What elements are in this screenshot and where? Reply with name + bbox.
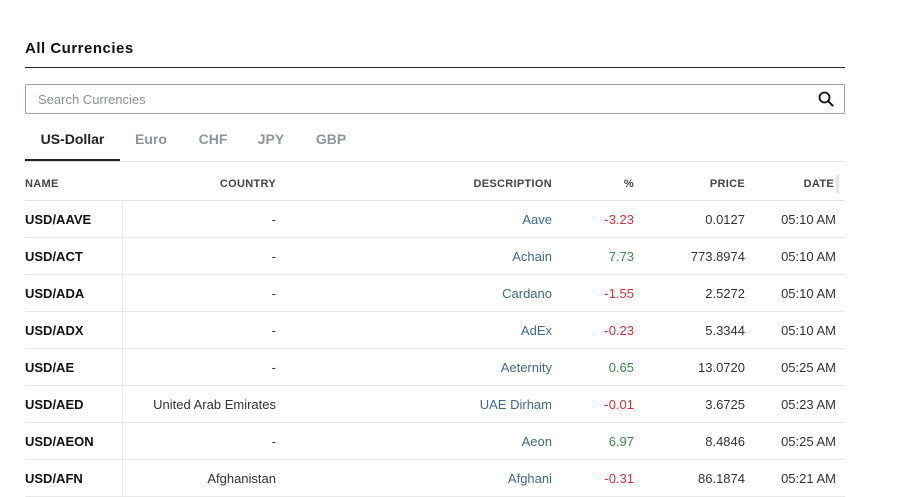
header-price[interactable]: PRICE [634,168,745,201]
country-cell: - [121,348,276,386]
title-divider [25,67,845,68]
header-date[interactable]: DATE [804,178,834,190]
price-cell: 5.3344 [634,311,745,349]
search-input[interactable] [26,85,798,113]
percent-change: 0.65 [552,348,634,386]
price-cell: 773.8974 [634,237,745,275]
date-cell: 05:10 AM [745,274,845,312]
percent-change: -3.23 [552,200,634,238]
description-link[interactable]: AdEx [276,311,552,349]
tab-us-dollar[interactable]: US-Dollar [25,122,120,161]
table-row[interactable]: USD/ACT - Achain 7.73 773.8974 05:10 AM [25,237,845,275]
table-row[interactable]: USD/AE - Aeternity 0.65 13.0720 05:25 AM [25,348,845,386]
tab-euro[interactable]: Euro [129,122,173,159]
date-cell: 05:10 AM [745,311,845,349]
header-date-cell[interactable]: DATE [745,168,845,201]
description-link[interactable]: Aave [276,200,552,238]
country-cell: - [121,311,276,349]
currencies-table: NAME COUNTRY DESCRIPTION % PRICE DATE US… [25,168,845,497]
country-cell: - [121,422,276,460]
country-cell: - [121,200,276,238]
percent-change: -0.31 [552,459,634,497]
date-cell: 05:21 AM [745,459,845,497]
tab-gbp[interactable]: GBP [309,122,353,159]
page-title: All Currencies [25,40,134,57]
percent-change: -0.23 [552,311,634,349]
price-cell: 3.6725 [634,385,745,423]
currency-pair-link[interactable]: USD/AE [25,348,122,386]
search-icon[interactable] [818,91,834,107]
date-cell: 05:10 AM [745,237,845,275]
currency-pair-link[interactable]: USD/AED [25,385,122,423]
currency-pair-link[interactable]: USD/AEON [25,422,122,460]
currency-tabs: US-Dollar Euro CHF JPY GBP [25,122,845,162]
date-cell: 05:25 AM [745,348,845,386]
description-link[interactable]: Aeternity [276,348,552,386]
currency-pair-link[interactable]: USD/ACT [25,237,122,275]
price-cell: 8.4846 [634,422,745,460]
currency-pair-link[interactable]: USD/ADX [25,311,122,349]
table-row[interactable]: USD/ADX - AdEx -0.23 5.3344 05:10 AM [25,311,845,349]
date-cell: 05:10 AM [745,200,845,238]
country-cell: Afghanistan [121,459,276,497]
table-row[interactable]: USD/AED United Arab Emirates UAE Dirham -0.… [25,385,845,423]
header-country[interactable]: COUNTRY [122,168,276,201]
price-cell: 2.5272 [634,274,745,312]
price-cell: 0.0127 [634,200,745,238]
date-cell: 05:23 AM [745,385,845,423]
price-cell: 86.1874 [634,459,745,497]
header-name[interactable]: NAME [25,168,122,201]
tab-chf[interactable]: CHF [193,122,233,159]
price-cell: 13.0720 [634,348,745,386]
table-row[interactable]: USD/AAVE - Aave -3.23 0.0127 05:10 AM [25,200,845,238]
currency-pair-link[interactable]: USD/AFN [25,459,122,497]
table-row[interactable]: USD/ADA - Cardano -1.55 2.5272 05:10 AM [25,274,845,312]
description-link[interactable]: Afghani [276,459,552,497]
date-cell: 05:25 AM [745,422,845,460]
column-resize-handle[interactable] [836,175,839,193]
header-description[interactable]: DESCRIPTION [276,168,552,201]
country-cell: - [121,237,276,275]
table-row[interactable]: USD/AEON - Aeon 6.97 8.4846 05:25 AM [25,422,845,460]
currency-pair-link[interactable]: USD/AAVE [25,200,122,238]
percent-change: 7.73 [552,237,634,275]
table-header-row: NAME COUNTRY DESCRIPTION % PRICE DATE [25,168,845,201]
description-link[interactable]: Aeon [276,422,552,460]
currency-pair-link[interactable]: USD/ADA [25,274,122,312]
header-percent[interactable]: % [552,168,634,201]
table-row[interactable]: USD/AFN Afghanistan Afghani -0.31 86.1874 05:… [25,459,845,497]
country-cell: - [121,274,276,312]
description-link[interactable]: UAE Dirham [276,385,552,423]
percent-change: -0.01 [552,385,634,423]
search-box [25,84,845,114]
description-link[interactable]: Achain [276,237,552,275]
description-link[interactable]: Cardano [276,274,552,312]
percent-change: -1.55 [552,274,634,312]
percent-change: 6.97 [552,422,634,460]
tab-jpy[interactable]: JPY [253,122,289,159]
country-cell: United Arab Emirates [121,385,276,423]
